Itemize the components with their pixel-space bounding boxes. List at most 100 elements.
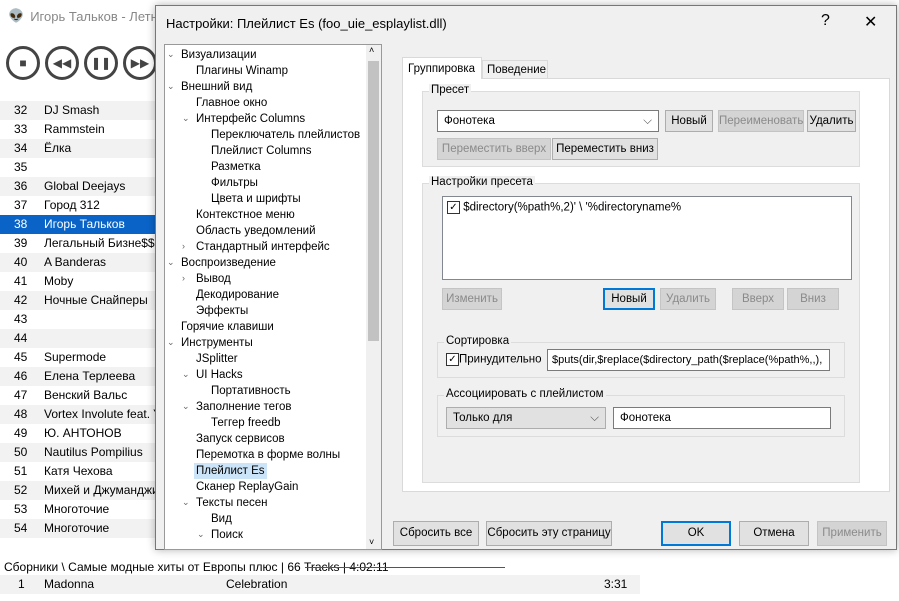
table-row[interactable]: 45 Supermode <box>0 348 155 367</box>
table-row[interactable]: 48 Vortex Involute feat. Y <box>0 405 161 424</box>
collapse-chevron-icon[interactable]: › <box>182 273 185 283</box>
reset-all-button[interactable]: Сбросить все <box>393 521 479 546</box>
tree-item[interactable]: Эффекты <box>194 303 250 319</box>
grouping-list[interactable]: ✓ $directory(%path%,2)' \ '%directorynam… <box>442 196 852 280</box>
tree-item[interactable]: Декодирование <box>194 287 281 303</box>
apply-button[interactable]: Применить <box>817 521 887 546</box>
tree-item[interactable]: Сканер ReplayGain <box>194 479 300 495</box>
tree-item[interactable]: Разметка <box>209 159 263 175</box>
table-row[interactable]: 34 Ёлка <box>0 139 155 158</box>
table-row[interactable]: 39 Легальный Бизне$$ <box>0 234 155 253</box>
tree-item[interactable]: Вывод <box>194 271 233 287</box>
table-row[interactable]: 41 Moby <box>0 272 155 291</box>
table-row[interactable]: 49 Ю. АНТОНОВ <box>0 424 155 443</box>
table-row[interactable]: 46 Елена Терлеева <box>0 367 155 386</box>
checkbox-checked[interactable]: ✓ <box>447 201 460 214</box>
associate-playlist-input[interactable]: Фонотека <box>613 407 831 429</box>
tree-item[interactable]: Теггер freedb <box>209 415 283 431</box>
tab-grouping[interactable]: Группировка <box>402 57 482 79</box>
tree-item[interactable]: Портативность <box>209 383 293 399</box>
expand-chevron-icon[interactable]: ⌄ <box>182 369 190 380</box>
expand-chevron-icon[interactable]: ⌄ <box>197 529 205 540</box>
expand-chevron-icon[interactable]: ⌄ <box>167 337 175 348</box>
table-row[interactable]: 51 Катя Чехова <box>0 462 155 481</box>
associate-mode-select[interactable]: Только для ⌵ <box>446 407 606 429</box>
scroll-up-icon[interactable]: ˄ <box>369 45 374 55</box>
expand-chevron-icon[interactable]: ⌄ <box>182 497 190 508</box>
table-row[interactable]: 50 Nautilus Pompilius <box>0 443 155 462</box>
tree-item[interactable]: Цвета и шрифты <box>209 191 303 207</box>
preset-delete-button[interactable]: Удалить <box>807 110 856 132</box>
expand-chevron-icon[interactable]: ⌄ <box>182 113 190 124</box>
table-row[interactable]: 36 Global Deejays <box>0 177 155 196</box>
next-button[interactable]: ▶▶ <box>123 46 157 80</box>
stop-button[interactable]: ■ <box>6 46 40 80</box>
ok-button[interactable]: OK <box>661 521 731 546</box>
scroll-down-icon[interactable]: ˅ <box>369 537 374 547</box>
preset-new-button[interactable]: Новый <box>665 110 713 132</box>
edit-button[interactable]: Изменить <box>442 288 502 310</box>
table-row[interactable]: 37 Город 312 <box>0 196 155 215</box>
tree-item[interactable]: UI Hacks <box>194 367 245 383</box>
table-row[interactable]: 47 Венский Вальс <box>0 386 155 405</box>
tree-item[interactable]: Переключатель плейлистов <box>209 127 362 143</box>
expand-chevron-icon[interactable]: ⌄ <box>182 401 190 412</box>
sort-expression-input[interactable]: $puts(dir,$replace($directory_path($repl… <box>547 349 830 371</box>
help-button[interactable]: ? <box>821 12 830 30</box>
up-button[interactable]: Вверх <box>732 288 784 310</box>
expand-chevron-icon[interactable]: ⌄ <box>167 81 175 92</box>
tree-item[interactable]: Интерфейс Columns <box>194 111 307 127</box>
tree-item[interactable]: Главное окно <box>194 95 269 111</box>
move-down-button[interactable]: Переместить вниз <box>552 138 658 160</box>
checkbox-checked[interactable]: ✓ <box>446 353 459 366</box>
tree-item[interactable]: Плагины Winamp <box>194 63 290 79</box>
table-row[interactable]: 35 <box>0 158 155 177</box>
move-up-button[interactable]: Переместить вверх <box>437 138 551 160</box>
tree-item[interactable]: Область уведомлений <box>194 223 318 239</box>
force-sort-checkbox[interactable]: ✓ Принудительно <box>446 353 542 366</box>
table-row[interactable]: 33 Rammstein <box>0 120 155 139</box>
cancel-button[interactable]: Отмена <box>739 521 809 546</box>
tree-item[interactable]: Визуализации <box>179 47 259 63</box>
tree-item[interactable]: Горячие клавиши <box>179 319 276 335</box>
table-row[interactable]: 38 Игорь Тальков <box>0 215 155 234</box>
tree-item[interactable]: Стандартный интерфейс <box>194 239 332 255</box>
table-row[interactable]: 1 Madonna Celebration 3:31 <box>0 575 640 594</box>
settings-tree[interactable]: ⌄ Визуализации Плагины Winamp ⌄ Внешний вид Г… <box>164 44 382 550</box>
expand-chevron-icon[interactable]: ⌄ <box>167 49 175 60</box>
tree-scrollbar[interactable]: ˄ ˅ <box>366 45 381 549</box>
tree-item[interactable]: Контекстное меню <box>194 207 297 223</box>
delete-button[interactable]: Удалить <box>660 288 716 310</box>
expand-chevron-icon[interactable]: ⌄ <box>167 257 175 268</box>
tree-item[interactable]: Перемотка в форме волны <box>194 447 342 463</box>
preset-rename-button[interactable]: Переименовать <box>718 110 804 132</box>
tree-item[interactable]: Инструменты <box>179 335 255 351</box>
tree-item[interactable]: Вид <box>209 511 234 527</box>
tree-item[interactable]: Фильтры <box>209 175 260 191</box>
tree-item[interactable]: Внешний вид <box>179 79 254 95</box>
tree-item[interactable]: Поиск <box>209 527 245 543</box>
tree-item[interactable]: JSplitter <box>194 351 240 367</box>
tree-item[interactable]: Заполнение тегов <box>194 399 294 415</box>
tree-item[interactable]: Запуск сервисов <box>194 431 287 447</box>
table-row[interactable]: 43 <box>0 310 155 329</box>
table-row[interactable]: 40 A Banderas <box>0 253 155 272</box>
tree-item[interactable]: Плейлист Columns <box>209 143 314 159</box>
table-row[interactable]: 32 DJ Smash <box>0 101 155 120</box>
close-button[interactable]: ✕ <box>864 12 877 32</box>
reset-page-button[interactable]: Сбросить эту страницу <box>486 521 612 546</box>
preset-select[interactable]: Фонотека ⌵ <box>437 110 659 132</box>
table-row[interactable]: 53 Многоточие <box>0 500 155 519</box>
table-row[interactable]: 44 <box>0 329 155 348</box>
collapse-chevron-icon[interactable]: › <box>182 241 185 251</box>
new-button[interactable]: Новый <box>603 288 655 310</box>
pause-button[interactable]: ❚❚ <box>84 46 118 80</box>
down-button[interactable]: Вниз <box>787 288 839 310</box>
list-item[interactable]: ✓ $directory(%path%,2)' \ '%directorynam… <box>447 201 681 214</box>
previous-button[interactable]: ◀◀ <box>45 46 79 80</box>
scrollbar-thumb[interactable] <box>368 61 379 341</box>
table-row[interactable]: 52 Михей и Джуманджи <box>0 481 159 500</box>
tree-item[interactable]: Воспроизведение <box>179 255 278 271</box>
table-row[interactable]: 42 Ночные Снайперы <box>0 291 155 310</box>
table-row[interactable]: 54 Многоточие <box>0 519 155 538</box>
